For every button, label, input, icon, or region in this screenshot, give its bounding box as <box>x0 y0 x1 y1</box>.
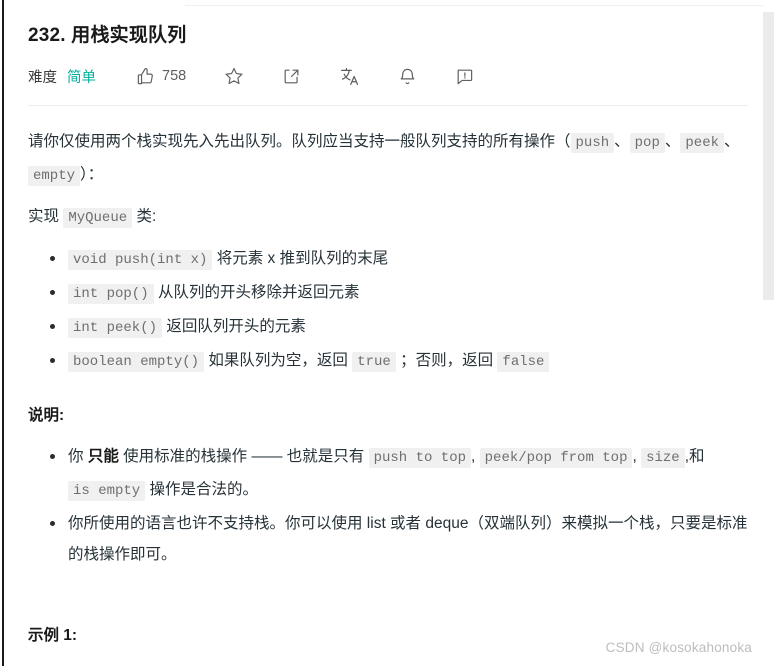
intro-sep-3: 、 <box>724 133 740 150</box>
code-size: size <box>641 448 685 468</box>
note-sep-3: ,和 <box>684 448 705 465</box>
implement-prefix: 实现 <box>28 208 60 225</box>
method-signature: int pop() <box>68 284 154 304</box>
translate-icon <box>339 66 360 87</box>
code-peek-pop-from-top: peek/pop from top <box>479 448 633 468</box>
code-pop: pop <box>629 133 665 153</box>
method-description: 从队列的开头移除并返回元素 <box>157 284 360 301</box>
favorite-button[interactable] <box>224 66 244 86</box>
method-description: 返回队列开头的元素 <box>166 318 306 335</box>
method-description: 将元素 x 推到队列的末尾 <box>216 250 389 267</box>
note-sep-1: , <box>471 448 476 465</box>
scrollbar-thumb[interactable] <box>763 12 774 300</box>
page-title: 232. 用栈实现队列 <box>28 25 187 46</box>
code-false: false <box>497 352 550 372</box>
note-emphasis: 只能 <box>87 448 119 465</box>
vertical-scrollbar[interactable] <box>763 0 774 666</box>
difficulty-value: 简单 <box>67 69 96 86</box>
note-text-1: 你 <box>68 448 84 465</box>
implement-suffix: 类: <box>136 208 157 225</box>
code-is-empty: is empty <box>68 481 146 501</box>
problem-meta-row: 难度 简单 758 <box>28 64 750 88</box>
method-signature: int peek() <box>68 318 163 338</box>
code-myqueue: MyQueue <box>63 208 133 228</box>
problem-description: 请你仅使用两个栈实现先入先出队列。队列应当支持一般队列支持的所有操作（ push、… <box>28 126 750 570</box>
list-item: 你所使用的语言也许不支持栈。你可以使用 list 或者 deque（双端队列）来… <box>50 508 750 570</box>
share-icon <box>282 67 301 86</box>
star-icon <box>224 66 244 86</box>
note-sep-2: , <box>632 448 637 465</box>
share-button[interactable] <box>282 67 301 86</box>
code-empty: empty <box>28 166 81 186</box>
list-item: void push(int x) 将元素 x 推到队列的末尾 <box>50 243 750 276</box>
problem-page: 232. 用栈实现队列 难度 简单 758 请你仅使用两个栈实现先入先出队列。队… <box>0 0 774 666</box>
comment-button[interactable] <box>455 67 474 86</box>
window-left-edge <box>2 0 4 666</box>
like-button[interactable]: 758 <box>136 67 186 86</box>
thumbs-up-icon <box>136 67 155 86</box>
header-divider <box>28 105 748 106</box>
method-list: void push(int x) 将元素 x 推到队列的末尾 int pop()… <box>28 243 750 378</box>
method-signature: boolean empty() <box>68 352 205 372</box>
implement-paragraph: 实现 MyQueue 类: <box>28 201 750 234</box>
list-item: boolean empty() 如果队列为空，返回 true ；否则，返回 fa… <box>50 345 750 378</box>
code-true: true <box>352 352 396 372</box>
code-push: push <box>570 133 615 153</box>
translate-button[interactable] <box>339 66 360 87</box>
method-description-mid: ；否则，返回 <box>400 352 494 369</box>
intro-paren-close: ）： <box>80 166 104 183</box>
code-push-to-top: push to top <box>368 448 472 468</box>
intro-paragraph: 请你仅使用两个栈实现先入先出队列。队列应当支持一般队列支持的所有操作（ push、… <box>28 126 750 192</box>
intro-paren-open: （ <box>555 133 571 150</box>
list-item: int pop() 从队列的开头移除并返回元素 <box>50 277 750 310</box>
intro-text: 请你仅使用两个栈实现先入先出队列。队列应当支持一般队列支持的所有操作 <box>28 133 556 150</box>
intro-sep-1: 、 <box>614 133 630 150</box>
intro-sep-2: 、 <box>664 133 681 150</box>
bell-icon <box>398 67 417 86</box>
watermark: CSDN @kosokahonoka <box>605 640 752 655</box>
like-count: 758 <box>162 68 187 84</box>
example-heading: 示例 1: <box>28 627 78 644</box>
list-item: int peek() 返回队列开头的元素 <box>50 311 750 344</box>
difficulty-label: 难度 <box>28 69 57 86</box>
problem-content: 232. 用栈实现队列 难度 简单 758 请你仅使用两个栈实现先入先出队列。队… <box>28 0 750 666</box>
notes-heading: 说明: <box>28 407 65 424</box>
note-text-3: 操作是合法的。 <box>149 481 259 498</box>
notes-list: 你 只能 使用标准的栈操作 —— 也就是只有 push to top, peek… <box>28 441 750 570</box>
subscribe-button[interactable] <box>398 67 417 86</box>
comment-icon <box>455 67 474 86</box>
note-text-2: 使用标准的栈操作 —— 也就是只有 <box>123 448 365 465</box>
method-description: 如果队列为空，返回 <box>208 352 348 369</box>
code-peek: peek <box>680 133 724 153</box>
list-item: 你 只能 使用标准的栈操作 —— 也就是只有 push to top, peek… <box>50 441 750 507</box>
method-signature: void push(int x) <box>68 250 213 270</box>
